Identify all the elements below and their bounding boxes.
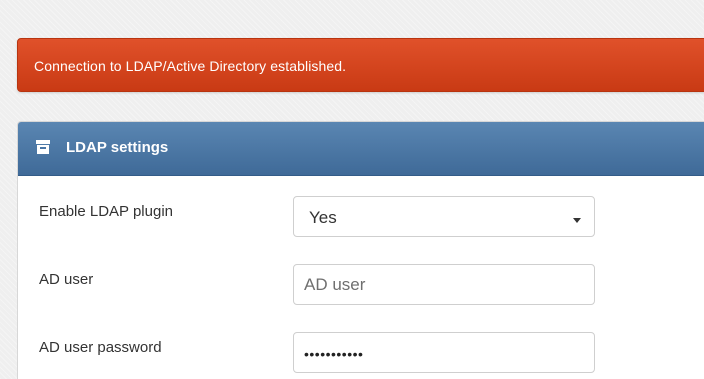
panel-title: LDAP settings [66,139,169,156]
ad-user-label: AD user [39,271,94,288]
archive-box-icon [35,139,51,155]
success-alert: Connection to LDAP/Active Directory esta… [17,38,704,92]
ldap-settings-panel: LDAP settings Enable LDAP plugin Yes AD … [17,121,704,379]
password-mask: ••••••••••• [304,346,364,362]
caret-down-icon [572,212,582,223]
enable-ldap-plugin-label: Enable LDAP plugin [39,203,173,220]
alert-message: Connection to LDAP/Active Directory esta… [34,58,347,74]
ad-user-input[interactable] [293,264,595,305]
enable-ldap-plugin-select[interactable]: Yes [293,196,595,237]
ad-user-password-input[interactable]: ••••••••••• [293,332,595,373]
page: Connection to LDAP/Active Directory esta… [0,0,704,379]
panel-header: LDAP settings [18,122,704,176]
ad-user-password-label: AD user password [39,339,162,356]
select-value: Yes [309,208,337,227]
